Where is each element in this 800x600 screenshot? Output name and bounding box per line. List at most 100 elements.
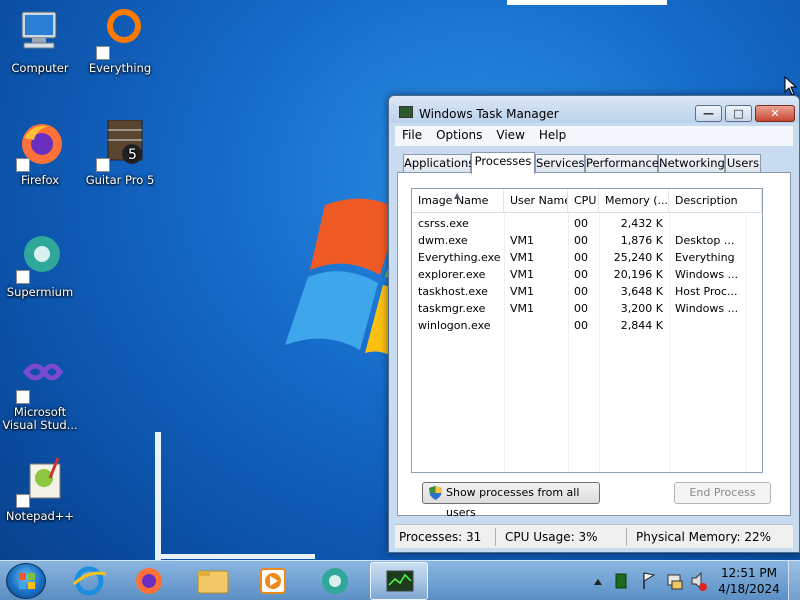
desktop-icon-guitar-pro[interactable]: 5 Guitar Pro 5 (82, 119, 158, 187)
desktop-icon-visual-studio[interactable]: Microsoft Visual Stud... (2, 352, 78, 432)
taskbar-task-manager[interactable] (370, 562, 428, 600)
tab-networking[interactable]: Networking (658, 154, 725, 172)
cell-user (504, 317, 568, 334)
taskbar: 12:51 PM 4/18/2024 (0, 560, 800, 600)
media-player-icon (260, 568, 286, 594)
guitar-pro-icon: 5 (94, 119, 146, 172)
show-desktop-button[interactable] (788, 561, 800, 600)
status-separator (495, 528, 496, 546)
status-bar: Processes: 31 CPU Usage: 3% Physical Mem… (395, 524, 793, 548)
table-row[interactable]: explorer.exe VM1 00 20,196 K Windows ... (412, 266, 762, 283)
table-row[interactable]: Everything.exe VM1 00 25,240 K Everything (412, 249, 762, 266)
menu-options[interactable]: Options (429, 126, 489, 146)
action-center-flag-icon[interactable] (643, 572, 656, 589)
status-separator (626, 528, 627, 546)
cell-memory: 1,876 K (620, 234, 663, 247)
desktop-icon-label: Everything (88, 61, 152, 75)
table-row[interactable]: csrss.exe 00 2,432 K (412, 215, 762, 232)
uac-shield-icon (429, 486, 442, 500)
show-all-processes-button[interactable]: Show processes from all users (422, 482, 600, 519)
window-title: Windows Task Manager (419, 107, 559, 121)
cell-cpu: 00 (574, 319, 588, 332)
taskbar-firefox[interactable] (120, 562, 178, 600)
end-process-button[interactable]: End Process (674, 482, 771, 504)
column-header-description[interactable]: Description (669, 189, 762, 213)
cell-memory: 25,240 K (613, 251, 663, 264)
cell-memory: 2,432 K (620, 217, 663, 230)
cell-cpu: 00 (574, 251, 588, 264)
desktop-icon-notepad-plus-plus[interactable]: Notepad++ (2, 456, 78, 523)
desktop-icon-label: Computer (11, 61, 69, 75)
maximize-icon: □ (733, 107, 744, 120)
app-tray-icon[interactable] (615, 573, 627, 589)
table-row[interactable]: taskhost.exe VM1 00 3,648 K Host Proc... (412, 283, 762, 300)
taskbar-clock[interactable]: 12:51 PM 4/18/2024 (716, 565, 782, 597)
network-icon[interactable] (667, 574, 683, 590)
menu-bar: File Options View Help (395, 126, 793, 146)
supermium-icon (14, 232, 66, 284)
internet-explorer-icon (72, 566, 107, 596)
desktop-icon-supermium[interactable]: Supermium (2, 232, 78, 299)
shortcut-arrow-icon (16, 494, 30, 508)
desktop-icon-label: Guitar Pro 5 (85, 173, 155, 187)
taskbar-supermium[interactable] (306, 562, 364, 600)
task-manager-app-icon (399, 106, 413, 118)
start-button[interactable] (6, 563, 46, 599)
close-icon: ✕ (770, 107, 780, 120)
menu-file[interactable]: File (395, 126, 429, 146)
cell-user: VM1 (510, 302, 535, 315)
cell-description: Desktop ... (675, 234, 735, 247)
column-header-cpu[interactable]: CPU (568, 189, 599, 213)
shortcut-arrow-icon (16, 270, 30, 284)
wallpaper-line-vertical (155, 432, 161, 560)
minimize-button[interactable]: — (695, 105, 722, 122)
table-row[interactable]: dwm.exe VM1 00 1,876 K Desktop ... (412, 232, 762, 249)
tab-performance[interactable]: Performance (585, 154, 659, 172)
taskbar-media-player[interactable] (244, 562, 302, 600)
desktop-icon-computer[interactable]: Computer (2, 8, 78, 75)
clock-date: 4/18/2024 (718, 582, 780, 596)
title-bar[interactable]: Windows Task Manager — □ ✕ (389, 96, 799, 123)
cell-image: winlogon.exe (418, 319, 491, 332)
close-button[interactable]: ✕ (755, 105, 795, 122)
maximize-button[interactable]: □ (725, 105, 752, 122)
table-row[interactable]: taskmgr.exe VM1 00 3,200 K Windows ... (412, 300, 762, 317)
cell-user (504, 215, 568, 232)
cell-cpu: 00 (574, 268, 588, 281)
firefox-icon (136, 568, 162, 594)
mouse-cursor-icon (784, 76, 798, 96)
desktop-icon-everything[interactable]: Everything (82, 8, 158, 75)
system-tray (590, 561, 710, 600)
show-hidden-icons-arrow[interactable] (594, 579, 602, 585)
menu-help[interactable]: Help (532, 126, 573, 146)
tab-services[interactable]: Services (535, 154, 585, 172)
notepad-plus-plus-icon (14, 456, 66, 508)
status-cpu-usage: CPU Usage: 3% (505, 530, 598, 544)
volume-muted-icon[interactable] (691, 571, 707, 591)
supermium-icon (322, 568, 348, 594)
tab-users[interactable]: Users (725, 154, 761, 172)
desktop-icon-label: Notepad++ (5, 509, 75, 523)
menu-view[interactable]: View (489, 126, 531, 146)
desktop-icon-label: Supermium (6, 285, 74, 299)
cell-cpu: 00 (574, 217, 588, 230)
cell-cpu: 00 (574, 302, 588, 315)
computer-icon (14, 8, 66, 60)
shortcut-arrow-icon (16, 158, 30, 172)
tab-processes[interactable]: Processes (471, 152, 535, 174)
task-manager-window[interactable]: Windows Task Manager — □ ✕ File Options … (388, 95, 800, 553)
table-row[interactable]: winlogon.exe 00 2,844 K (412, 317, 762, 334)
cell-description (669, 317, 746, 334)
cell-user: VM1 (510, 268, 535, 281)
desktop-icon-firefox[interactable]: Firefox (2, 120, 78, 187)
tab-applications[interactable]: Applications (403, 154, 474, 172)
cell-user: VM1 (510, 285, 535, 298)
column-header-memory[interactable]: Memory (... (599, 189, 669, 213)
cell-user: VM1 (510, 234, 535, 247)
taskbar-internet-explorer[interactable] (60, 562, 118, 600)
column-header-image-name[interactable]: ▲ Image Name (412, 189, 504, 213)
column-header-user-name[interactable]: User Name (504, 189, 568, 213)
taskbar-file-explorer[interactable] (184, 562, 242, 600)
clock-time: 12:51 PM (721, 566, 777, 580)
process-list[interactable]: ▲ Image Name User Name CPU Memory (... D… (411, 188, 763, 473)
